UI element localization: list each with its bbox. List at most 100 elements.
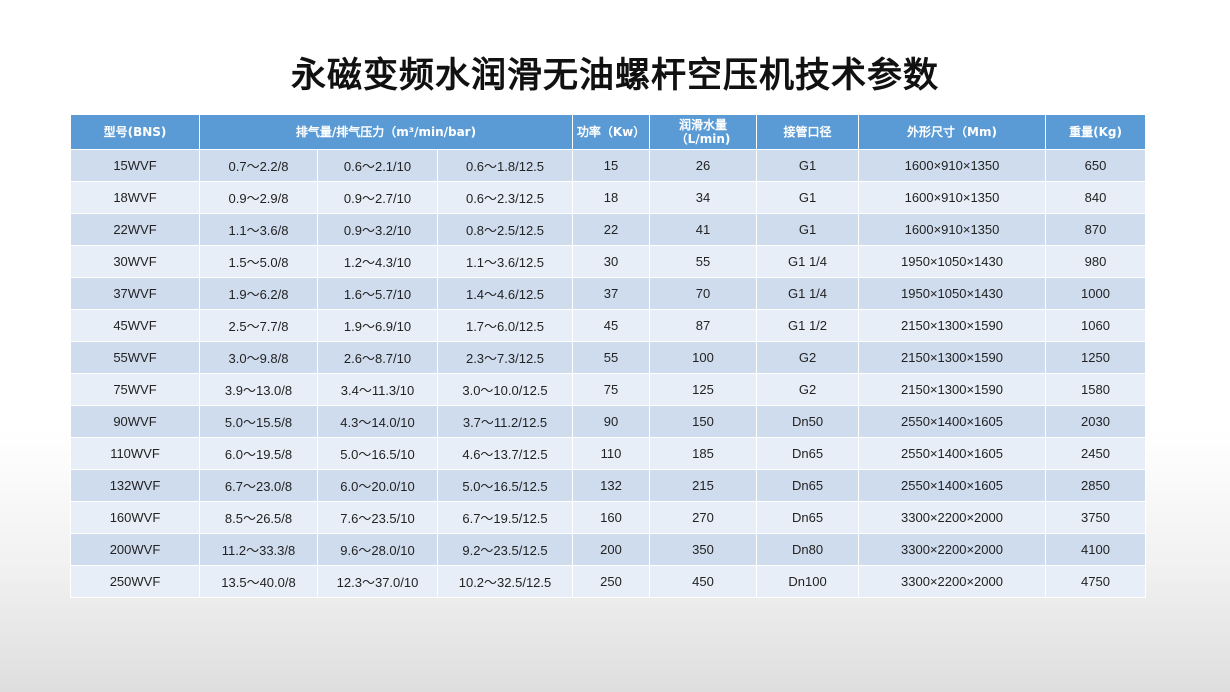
header-weight: 重量(Kg) <box>1045 114 1147 150</box>
flow-12-5bar-cell: 3.0～10.0/12.5 <box>436 373 574 406</box>
table-row: 160WVF 8.5～26.5/8 7.6～23.5/10 6.7～19.5/12.5… <box>70 501 1147 534</box>
pipe-cell: G2 <box>756 373 860 406</box>
flow-12-5bar-cell: 5.0～16.5/12.5 <box>436 469 574 502</box>
header-model: 型号(BNS) <box>70 114 200 150</box>
model-cell: 55WVF <box>70 341 200 374</box>
weight-cell: 1000 <box>1045 277 1147 310</box>
header-power: 功率（Kw） <box>572 114 651 150</box>
flow-10bar-cell: 1.2～4.3/10 <box>317 245 438 278</box>
pipe-cell: Dn100 <box>756 565 860 598</box>
weight-cell: 1580 <box>1045 373 1147 406</box>
water-cell: 100 <box>649 341 758 374</box>
pipe-cell: Dn65 <box>756 501 860 534</box>
power-cell: 15 <box>572 149 651 182</box>
flow-12-5bar-cell: 9.2～23.5/12.5 <box>436 533 574 566</box>
flow-12-5bar-cell: 0.6～2.3/12.5 <box>436 181 574 214</box>
table-row: 75WVF 3.9～13.0/8 3.4～11.3/10 3.0～10.0/12.5 7… <box>70 373 1147 406</box>
flow-12-5bar-cell: 2.3～7.3/12.5 <box>436 341 574 374</box>
header-flow-pressure: 排气量/排气压力（m³/min/bar) <box>198 114 574 150</box>
flow-10bar-cell: 12.3～37.0/10 <box>317 565 438 598</box>
power-cell: 18 <box>572 181 651 214</box>
flow-10bar-cell: 6.0～20.0/10 <box>317 469 438 502</box>
model-cell: 22WVF <box>70 213 200 246</box>
dimensions-cell: 2150×1300×1590 <box>858 341 1047 374</box>
table-row: 15WVF 0.7～2.2/8 0.6～2.1/10 0.6～1.8/12.5 15 26… <box>70 149 1147 182</box>
header-pipe: 接管口径 <box>756 114 860 150</box>
flow-10bar-cell: 0.6～2.1/10 <box>317 149 438 182</box>
model-cell: 75WVF <box>70 373 200 406</box>
flow-10bar-cell: 2.6～8.7/10 <box>317 341 438 374</box>
flow-12-5bar-cell: 1.4～4.6/12.5 <box>436 277 574 310</box>
header-dimensions: 外形尺寸（Mm) <box>858 114 1047 150</box>
dimensions-cell: 1950×1050×1430 <box>858 245 1047 278</box>
flow-8bar-cell: 0.9～2.9/8 <box>199 181 318 214</box>
weight-cell: 2450 <box>1045 437 1147 470</box>
dimensions-cell: 2150×1300×1590 <box>858 309 1047 342</box>
dimensions-cell: 3300×2200×2000 <box>858 533 1047 566</box>
weight-cell: 840 <box>1045 181 1147 214</box>
flow-10bar-cell: 7.6～23.5/10 <box>317 501 438 534</box>
flow-12-5bar-cell: 0.6～1.8/12.5 <box>436 149 574 182</box>
pipe-cell: Dn50 <box>756 405 860 438</box>
flow-8bar-cell: 2.5～7.7/8 <box>199 309 318 342</box>
dimensions-cell: 2150×1300×1590 <box>858 373 1047 406</box>
pipe-cell: Dn65 <box>756 437 860 470</box>
power-cell: 132 <box>572 469 651 502</box>
table-row: 55WVF 3.0～9.8/8 2.6～8.7/10 2.3～7.3/12.5 55 10… <box>70 341 1147 374</box>
flow-8bar-cell: 11.2～33.3/8 <box>199 533 318 566</box>
flow-10bar-cell: 3.4～11.3/10 <box>317 373 438 406</box>
flow-8bar-cell: 6.0～19.5/8 <box>199 437 318 470</box>
water-cell: 55 <box>649 245 758 278</box>
dimensions-cell: 3300×2200×2000 <box>858 565 1047 598</box>
pipe-cell: G1 <box>756 181 860 214</box>
flow-10bar-cell: 4.3～14.0/10 <box>317 405 438 438</box>
weight-cell: 1060 <box>1045 309 1147 342</box>
model-cell: 200WVF <box>70 533 200 566</box>
power-cell: 22 <box>572 213 651 246</box>
flow-12-5bar-cell: 10.2～32.5/12.5 <box>436 565 574 598</box>
flow-8bar-cell: 0.7～2.2/8 <box>199 149 318 182</box>
weight-cell: 4100 <box>1045 533 1147 566</box>
water-cell: 41 <box>649 213 758 246</box>
water-cell: 450 <box>649 565 758 598</box>
flow-12-5bar-cell: 0.8～2.5/12.5 <box>436 213 574 246</box>
flow-8bar-cell: 13.5～40.0/8 <box>199 565 318 598</box>
model-cell: 37WVF <box>70 277 200 310</box>
model-cell: 110WVF <box>70 437 200 470</box>
model-cell: 15WVF <box>70 149 200 182</box>
flow-8bar-cell: 1.1～3.6/8 <box>199 213 318 246</box>
water-cell: 185 <box>649 437 758 470</box>
table-row: 30WVF 1.5～5.0/8 1.2～4.3/10 1.1～3.6/12.5 30 55… <box>70 245 1147 278</box>
model-cell: 45WVF <box>70 309 200 342</box>
power-cell: 200 <box>572 533 651 566</box>
weight-cell: 870 <box>1045 213 1147 246</box>
water-cell: 26 <box>649 149 758 182</box>
water-cell: 150 <box>649 405 758 438</box>
weight-cell: 4750 <box>1045 565 1147 598</box>
model-cell: 132WVF <box>70 469 200 502</box>
dimensions-cell: 1950×1050×1430 <box>858 277 1047 310</box>
spec-table: 型号(BNS) 排气量/排气压力（m³/min/bar) 功率（Kw） 润滑水量… <box>70 114 1147 598</box>
flow-8bar-cell: 3.9～13.0/8 <box>199 373 318 406</box>
table-row: 22WVF 1.1～3.6/8 0.9～3.2/10 0.8～2.5/12.5 22 41… <box>70 213 1147 246</box>
flow-8bar-cell: 5.0～15.5/8 <box>199 405 318 438</box>
pipe-cell: G1 <box>756 213 860 246</box>
dimensions-cell: 1600×910×1350 <box>858 181 1047 214</box>
header-water: 润滑水量（L/min) <box>649 114 758 150</box>
pipe-cell: Dn80 <box>756 533 860 566</box>
table-row: 110WVF 6.0～19.5/8 5.0～16.5/10 4.6～13.7/12.5… <box>70 437 1147 470</box>
pipe-cell: G2 <box>756 341 860 374</box>
flow-10bar-cell: 1.9～6.9/10 <box>317 309 438 342</box>
flow-10bar-cell: 1.6～5.7/10 <box>317 277 438 310</box>
power-cell: 30 <box>572 245 651 278</box>
page-title: 永磁变频水润滑无油螺杆空压机技术参数 <box>290 56 939 96</box>
power-cell: 90 <box>572 405 651 438</box>
table-row: 37WVF 1.9～6.2/8 1.6～5.7/10 1.4～4.6/12.5 37 70… <box>70 277 1147 310</box>
power-cell: 45 <box>572 309 651 342</box>
power-cell: 75 <box>572 373 651 406</box>
table-row: 90WVF 5.0～15.5/8 4.3～14.0/10 3.7～11.2/12.5 9… <box>70 405 1147 438</box>
flow-12-5bar-cell: 1.1～3.6/12.5 <box>436 245 574 278</box>
power-cell: 37 <box>572 277 651 310</box>
pipe-cell: Dn65 <box>756 469 860 502</box>
table-header-row: 型号(BNS) 排气量/排气压力（m³/min/bar) 功率（Kw） 润滑水量… <box>70 114 1147 150</box>
